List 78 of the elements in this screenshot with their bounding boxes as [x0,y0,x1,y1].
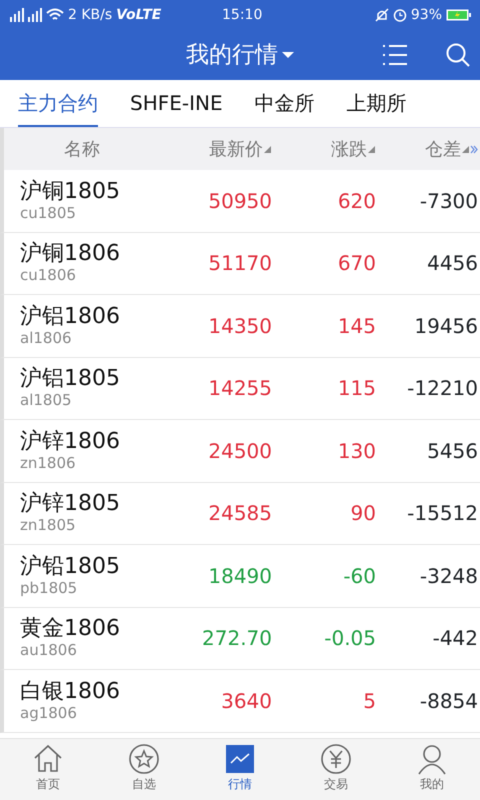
open-interest-cell-text: 5456 [426,438,478,465]
change-cell-text: 5 [362,688,376,715]
column-header: 名称 [64,138,100,162]
contract-code: zn1805 [20,516,77,534]
contract-code: ag1806 [20,704,78,722]
sort-icon [263,144,272,154]
nav-tab[interactable]: 行情 [192,739,288,800]
signal-icon [8,8,42,22]
price-cell-text: 3640 [220,688,272,715]
volte-label: VoLTE [116,6,162,24]
market-tab[interactable]: 上期所 [346,80,407,127]
chart-icon [224,743,256,775]
nav-tab[interactable]: 交易 [288,739,384,800]
open-interest-cell-text: -442 [432,625,478,652]
contract-name: 沪锌1805 [20,492,121,516]
alarm-icon [392,8,407,22]
nav-tab[interactable]: 首页 [0,739,96,800]
contract-code: zn1806 [20,454,77,472]
change-cell-text: 620 [336,188,376,215]
open-interest-cell-text: -15512 [406,500,478,528]
change-cell-text: 130 [336,438,376,465]
nav-tab[interactable]: 自选 [96,739,192,800]
change-cell-text: 115 [336,375,376,402]
price-cell-text: 50950 [207,188,272,215]
open-interest-cell-text: 19456 [413,312,478,340]
change-cell-text: 90 [350,500,376,528]
caret-icon [282,51,294,59]
price-cell-text: 272.70 [201,625,272,652]
contract-code: al1806 [20,328,73,347]
battery-level: 93% [410,6,442,24]
scroll-right-icon [470,144,478,154]
open-interest-cell-text: -12210 [406,375,478,402]
contract-name: 沪铝1806 [20,304,121,329]
clock: 15:10 [222,6,262,24]
sort-icon [367,144,376,154]
contract-name: 沪铅1805 [20,554,121,579]
contract-name: 黄金1806 [20,617,121,642]
person-icon [416,743,448,775]
open-interest-cell-text: -3248 [418,562,478,590]
market-tab[interactable]: 中金所 [254,80,315,127]
open-interest-cell-text: -8854 [418,688,478,715]
home-icon [32,743,64,775]
change-cell-text: -0.05 [323,625,376,652]
battery-icon [446,8,472,22]
open-interest-cell-text: -7300 [418,188,478,215]
network-speed: 2 KB/s [68,6,112,24]
column-header: 仓差 [425,138,461,162]
contract-code: cu1805 [20,204,77,222]
search-icon[interactable] [446,43,470,67]
column-header: 最新价 [209,138,263,162]
price-cell-text: 51170 [207,250,272,278]
nav-tab[interactable]: 我的 [384,739,480,800]
contract-name: 沪锌1806 [20,430,121,454]
title-dropdown[interactable]: 我的行情 [185,36,295,74]
price-cell-text: 14255 [207,375,272,402]
contract-name: 沪铜1805 [20,180,121,204]
mute-icon [374,8,389,22]
change-cell-text: -60 [342,562,376,590]
wifi-icon [46,8,64,22]
contract-name: 沪铜1806 [20,242,121,266]
market-tab[interactable]: SHFE-INE [130,80,223,127]
price-cell-text: 24585 [207,500,272,528]
price-cell-text: 18490 [207,562,272,590]
column-header: 涨跌 [331,138,367,162]
contract-code: al1805 [20,391,73,410]
contract-name: 白银1806 [20,680,121,704]
change-cell-text: 670 [336,250,376,278]
price-cell-text: 24500 [207,438,272,465]
contract-code: pb1805 [20,578,78,597]
contract-name: 沪铝1805 [20,367,121,392]
change-cell-text: 145 [336,312,376,340]
price-cell-text: 14350 [207,312,272,340]
open-interest-cell-text: 4456 [426,250,478,278]
contract-code: au1806 [20,641,78,660]
yen-icon [320,743,352,775]
sort-icon [461,144,470,154]
menu-icon[interactable] [382,44,408,66]
contract-code: cu1806 [20,266,77,284]
